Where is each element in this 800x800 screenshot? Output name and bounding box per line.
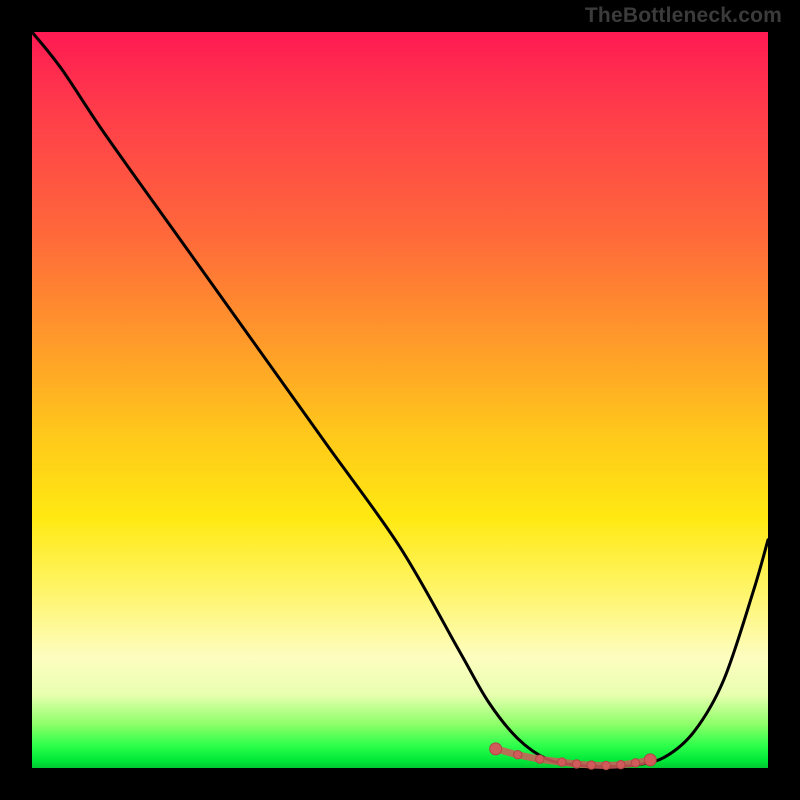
optimal-marker <box>558 758 566 766</box>
optimal-zone-markers <box>490 743 657 770</box>
optimal-marker <box>572 760 580 768</box>
optimal-marker <box>587 761 595 769</box>
plot-area <box>32 32 768 768</box>
optimal-marker <box>490 743 502 755</box>
optimal-marker <box>644 754 656 766</box>
optimal-marker <box>602 761 610 769</box>
optimal-marker <box>514 751 522 759</box>
optimal-marker <box>536 755 544 763</box>
watermark-text: TheBottleneck.com <box>585 4 782 28</box>
curve-svg <box>32 32 768 768</box>
optimal-marker <box>617 760 625 768</box>
chart-stage: TheBottleneck.com <box>0 0 800 800</box>
optimal-marker <box>631 759 639 767</box>
bottleneck-curve <box>32 32 768 767</box>
